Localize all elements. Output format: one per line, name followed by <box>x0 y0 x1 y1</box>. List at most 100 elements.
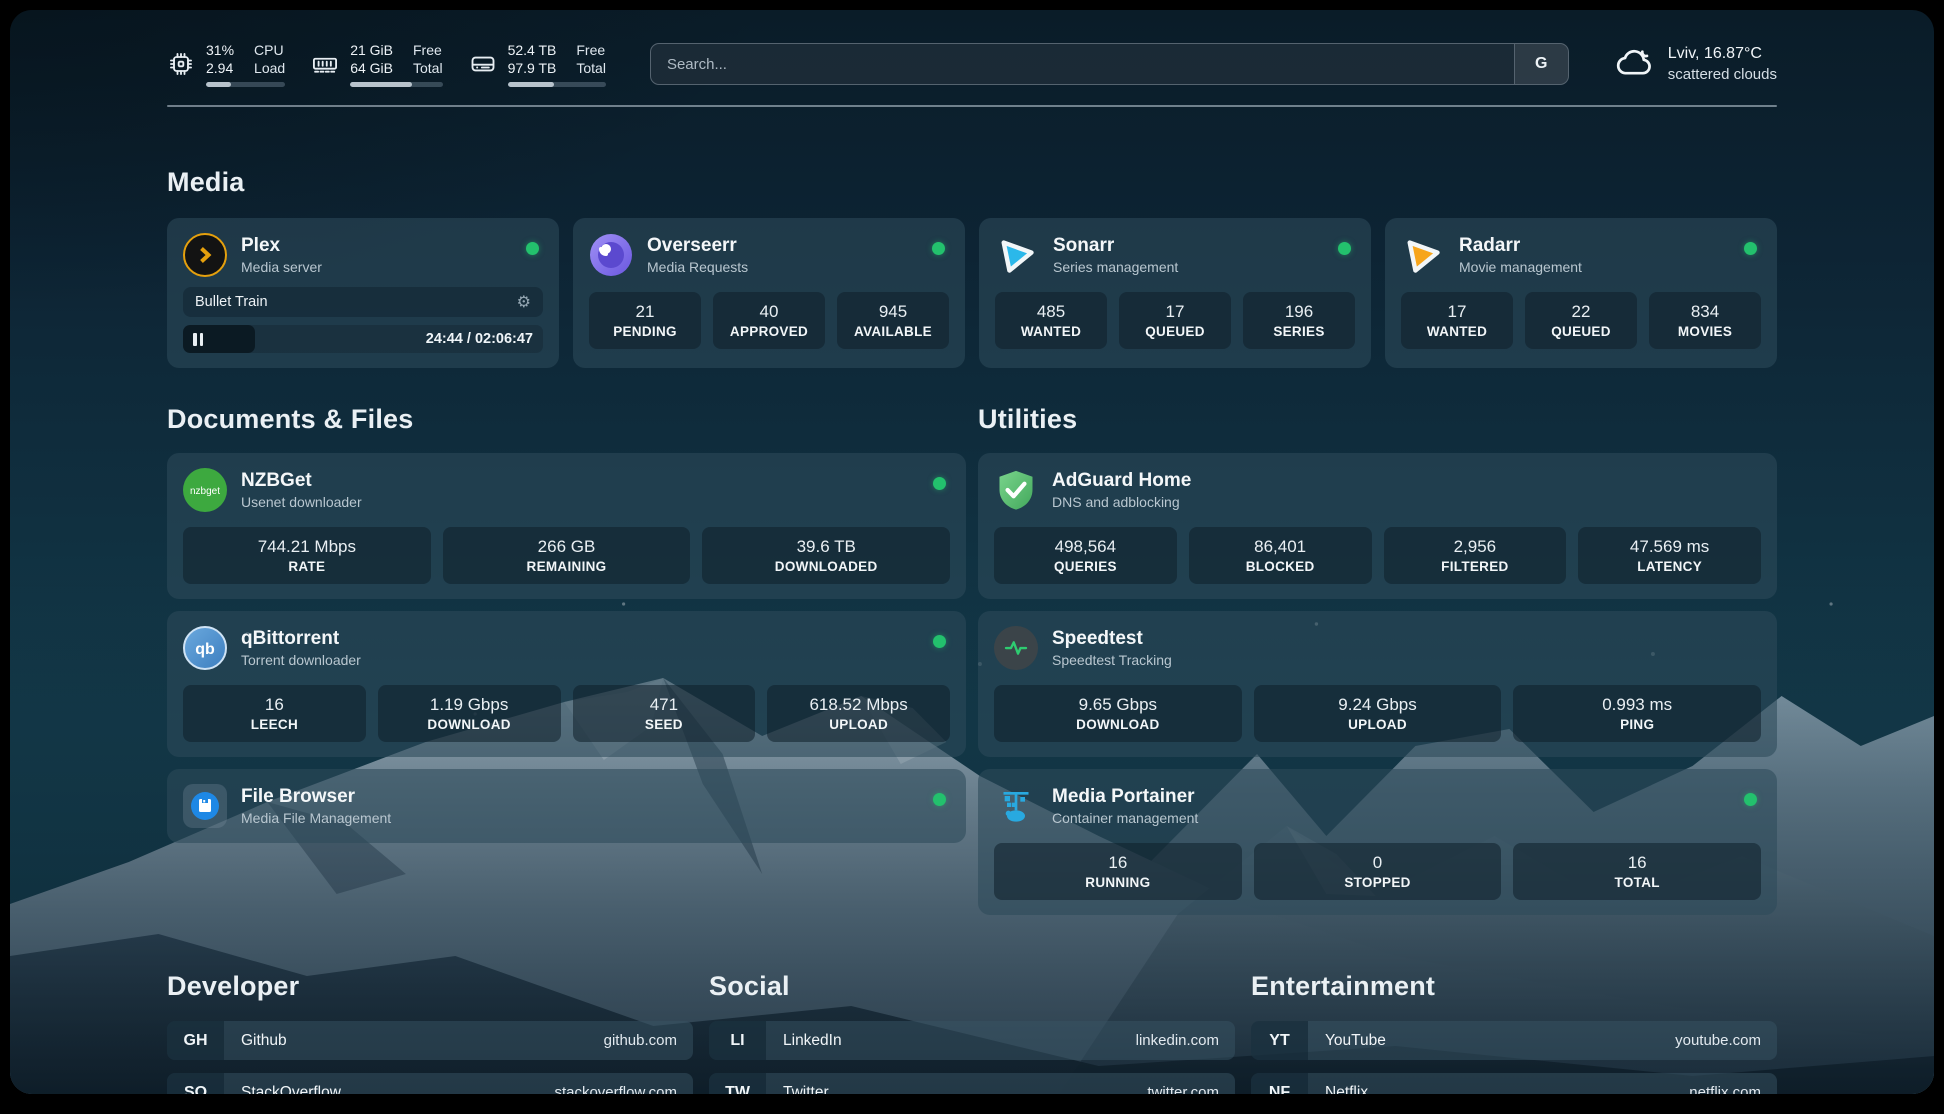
service-card-radarr[interactable]: Radarr Movie management 17 WANTED 22 QUE… <box>1385 218 1777 368</box>
cpu-progress-fill <box>206 82 231 87</box>
ram-icon <box>311 50 339 78</box>
bookmark-abbr: NF <box>1251 1073 1308 1094</box>
ram-total-value: 64 GiB <box>350 59 393 77</box>
playback-progress-bar[interactable]: 24:44 / 02:06:47 <box>183 325 543 353</box>
nzbget-icon: nzbget <box>183 468 227 512</box>
cloud-icon <box>1613 46 1655 83</box>
stat-download: 1.19 Gbps DOWNLOAD <box>378 685 561 742</box>
card-title: Media Portainer <box>1052 785 1198 809</box>
section-title-entertainment: Entertainment <box>1251 971 1777 1002</box>
stat-stopped: 0 STOPPED <box>1254 843 1502 900</box>
disk-free-value: 52.4 TB <box>508 41 557 59</box>
card-subtitle: DNS and adblocking <box>1052 493 1191 512</box>
bookmark-stackoverflow[interactable]: SO StackOverflow stackoverflow.com <box>167 1073 693 1094</box>
service-card-filebrowser[interactable]: File Browser Media File Management <box>167 769 966 843</box>
status-dot <box>932 242 945 255</box>
service-card-qbittorrent[interactable]: qb qBittorrent Torrent downloader 16 LEE… <box>167 611 966 757</box>
card-title: NZBGet <box>241 469 362 493</box>
bookmark-github[interactable]: GH Github github.com <box>167 1021 693 1060</box>
bookmark-netflix[interactable]: NF Netflix netflix.com <box>1251 1073 1777 1094</box>
cpu-progress-bar <box>206 82 285 87</box>
top-bar: 31% 2.94 CPU Load <box>167 36 1777 92</box>
card-title: Sonarr <box>1053 234 1178 258</box>
ram-label-2: Total <box>413 59 443 77</box>
service-card-overseerr[interactable]: Overseerr Media Requests 21 PENDING 40 A… <box>573 218 965 368</box>
section-title-utilities: Utilities <box>978 404 1777 435</box>
stat-pending: 21 PENDING <box>589 292 701 349</box>
card-subtitle: Torrent downloader <box>241 651 361 670</box>
ram-monitor: 21 GiB 64 GiB Free Total <box>311 41 442 87</box>
speedtest-icon <box>994 626 1038 670</box>
service-card-speedtest[interactable]: Speedtest Speedtest Tracking 9.65 Gbps D… <box>978 611 1777 757</box>
stat-approved: 40 APPROVED <box>713 292 825 349</box>
status-dot <box>526 242 539 255</box>
social-section: Social LI LinkedIn linkedin.com TW Twitt… <box>709 971 1235 1094</box>
cpu-load-value: 2.94 <box>206 59 234 77</box>
service-card-plex[interactable]: Plex Media server Bullet Train ⚙ 24:44 /… <box>167 218 559 368</box>
bookmark-name: YouTube <box>1325 1032 1386 1050</box>
weather-widget[interactable]: Lviv, 16.87°C scattered clouds <box>1613 43 1777 85</box>
bookmark-abbr: YT <box>1251 1021 1308 1060</box>
stat-rate: 744.21 Mbps RATE <box>183 527 431 584</box>
disk-total-value: 97.9 TB <box>508 59 557 77</box>
bookmark-name: StackOverflow <box>241 1084 341 1095</box>
status-dot <box>933 477 946 490</box>
status-dot <box>1744 242 1757 255</box>
now-playing-row: Bullet Train ⚙ <box>183 287 543 317</box>
dashboard-screen: 31% 2.94 CPU Load <box>10 10 1934 1094</box>
disk-icon <box>469 50 497 78</box>
developer-section: Developer GH Github github.com SO StackO… <box>167 971 693 1094</box>
card-title: Radarr <box>1459 234 1582 258</box>
service-card-adguard[interactable]: AdGuard Home DNS and adblocking 498,564 … <box>978 453 1777 599</box>
stat-series: 196 SERIES <box>1243 292 1355 349</box>
stat-movies: 834 MOVIES <box>1649 292 1761 349</box>
settings-gear-icon[interactable]: ⚙ <box>517 292 531 312</box>
stat-ping: 0.993 ms PING <box>1513 685 1761 742</box>
disk-progress-bar <box>508 82 606 87</box>
bookmark-name: Netflix <box>1325 1084 1368 1095</box>
bookmark-twitter[interactable]: TW Twitter twitter.com <box>709 1073 1235 1094</box>
utilities-column: AdGuard Home DNS and adblocking 498,564 … <box>978 453 1777 915</box>
stat-queued: 17 QUEUED <box>1119 292 1231 349</box>
card-subtitle: Movie management <box>1459 258 1582 277</box>
ram-label-1: Free <box>413 41 443 59</box>
bookmark-name: LinkedIn <box>783 1032 842 1050</box>
search-bar[interactable]: G <box>650 43 1569 85</box>
bookmark-youtube[interactable]: YT YouTube youtube.com <box>1251 1021 1777 1060</box>
ram-progress-fill <box>350 82 412 87</box>
status-dot <box>933 635 946 648</box>
card-subtitle: Media File Management <box>241 809 391 828</box>
stat-wanted: 17 WANTED <box>1401 292 1513 349</box>
search-engine-button[interactable]: G <box>1514 44 1568 84</box>
section-title-media: Media <box>167 167 1777 198</box>
card-title: AdGuard Home <box>1052 469 1191 493</box>
bookmark-name: Github <box>241 1032 287 1050</box>
stat-downloaded: 39.6 TB DOWNLOADED <box>702 527 950 584</box>
cpu-usage-value: 31% <box>206 41 234 59</box>
stat-queries: 498,564 QUERIES <box>994 527 1177 584</box>
service-card-nzbget[interactable]: nzbget NZBGet Usenet downloader 744.21 M… <box>167 453 966 599</box>
qbittorrent-icon: qb <box>183 626 227 670</box>
stat-filtered: 2,956 FILTERED <box>1384 527 1567 584</box>
card-subtitle: Media server <box>241 258 322 277</box>
bookmark-url: linkedin.com <box>1136 1032 1219 1049</box>
disk-label-1: Free <box>576 41 606 59</box>
entertainment-section: Entertainment YT YouTube youtube.com NF … <box>1251 971 1777 1094</box>
stat-wanted: 485 WANTED <box>995 292 1107 349</box>
card-title: Plex <box>241 234 322 258</box>
stat-latency: 47.569 ms LATENCY <box>1578 527 1761 584</box>
pause-icon[interactable] <box>193 325 203 353</box>
service-card-sonarr[interactable]: Sonarr Series management 485 WANTED 17 Q… <box>979 218 1371 368</box>
sonarr-icon <box>995 233 1039 277</box>
section-title-social: Social <box>709 971 1235 1002</box>
bookmark-name: Twitter <box>783 1084 829 1095</box>
stat-available: 945 AVAILABLE <box>837 292 949 349</box>
search-input[interactable] <box>651 44 1514 84</box>
card-subtitle: Media Requests <box>647 258 748 277</box>
service-card-portainer[interactable]: Media Portainer Container management 16 … <box>978 769 1777 915</box>
bookmark-linkedin[interactable]: LI LinkedIn linkedin.com <box>709 1021 1235 1060</box>
stat-download: 9.65 Gbps DOWNLOAD <box>994 685 1242 742</box>
ram-free-value: 21 GiB <box>350 41 393 59</box>
card-title: Overseerr <box>647 234 748 258</box>
weather-condition: scattered clouds <box>1668 64 1777 85</box>
